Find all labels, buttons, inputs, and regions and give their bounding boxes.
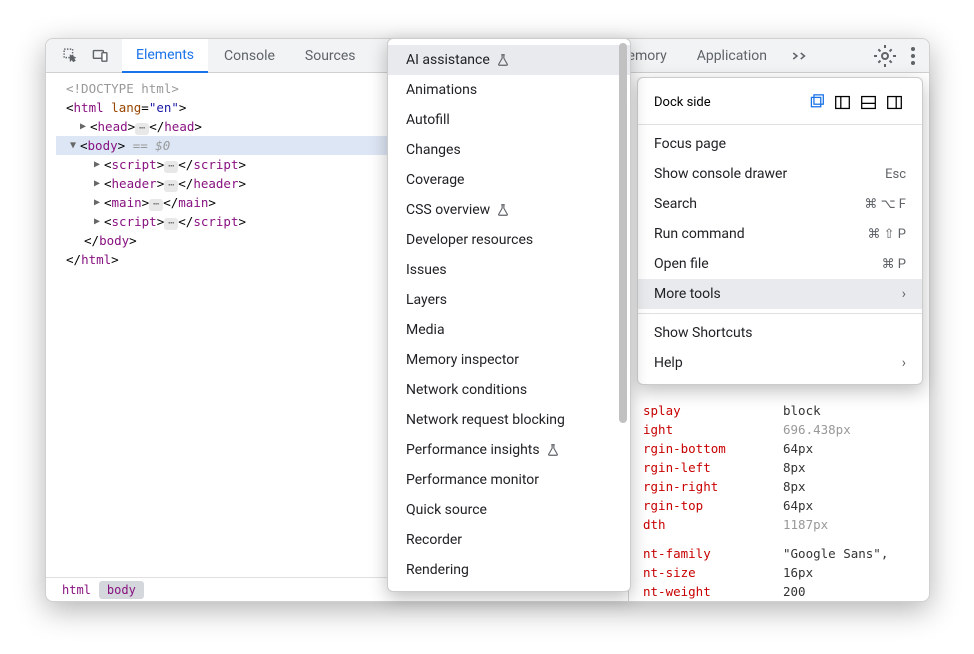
style-val: 8px (783, 460, 806, 475)
submenu-network-conditions[interactable]: Network conditions (388, 375, 630, 405)
submenu-performance-monitor[interactable]: Performance monitor (388, 465, 630, 495)
menu-focus-page[interactable]: Focus page (638, 129, 922, 159)
submenu-performance-insights[interactable]: Performance insights (388, 435, 630, 465)
submenu-dev-resources[interactable]: Developer resources (388, 225, 630, 255)
main-node[interactable]: <main>⋯</main> (104, 193, 216, 212)
tab-sources[interactable]: Sources (291, 39, 370, 73)
header-node[interactable]: <header>⋯</header> (104, 174, 246, 193)
submenu-layers[interactable]: Layers (388, 285, 630, 315)
style-prop: rgin-top (643, 498, 783, 513)
menu-help[interactable]: Help› (638, 348, 922, 378)
script-node2[interactable]: <script>⋯</script> (104, 212, 246, 231)
style-val: 16px (783, 565, 813, 580)
submenu-ai-assistance[interactable]: AI assistance (388, 45, 630, 75)
doctype-node: <!DOCTYPE html> (66, 79, 179, 98)
style-prop: nt-family (643, 546, 783, 561)
flask-icon (496, 203, 510, 217)
crumb-body[interactable]: body (99, 581, 144, 599)
gear-icon[interactable] (873, 44, 897, 68)
style-prop: nt-weight (643, 584, 783, 599)
style-prop: nt-size (643, 565, 783, 580)
script-node1[interactable]: <script>⋯</script> (104, 155, 246, 174)
crumb-html[interactable]: html (54, 581, 99, 599)
device-toolbar-icon[interactable] (88, 44, 112, 68)
chevron-right-icon: › (902, 355, 906, 371)
tab-console[interactable]: Console (210, 39, 289, 73)
submenu-network-blocking[interactable]: Network request blocking (388, 405, 630, 435)
style-val: "Google Sans", (783, 546, 888, 561)
style-prop: ight (643, 422, 783, 437)
submenu-memory-inspector[interactable]: Memory inspector (388, 345, 630, 375)
style-prop: dth (643, 517, 783, 532)
main-menu: Dock side Focus page Show console drawer… (637, 77, 923, 385)
style-prop: rgin-right (643, 479, 783, 494)
menu-search[interactable]: Search⌘ ⌥ F (638, 189, 922, 219)
chevron-right-icon: › (902, 286, 906, 302)
body-node[interactable]: <body> == $0 (80, 136, 170, 155)
style-prop: rgin-bottom (643, 441, 783, 456)
scrollbar[interactable] (619, 43, 629, 463)
tab-application[interactable]: Application (683, 39, 781, 73)
dock-bottom-icon[interactable] (856, 90, 880, 114)
style-val: 64px (783, 441, 813, 456)
style-val: 8px (783, 479, 806, 494)
submenu-media[interactable]: Media (388, 315, 630, 345)
submenu-quick-source[interactable]: Quick source (388, 495, 630, 525)
dock-side-label: Dock side (654, 95, 711, 110)
body-close-node[interactable]: </body> (84, 231, 137, 250)
submenu-rendering[interactable]: Rendering (388, 555, 630, 585)
style-prop: splay (643, 403, 783, 418)
menu-open-file[interactable]: Open file⌘ P (638, 249, 922, 279)
submenu-autofill[interactable]: Autofill (388, 105, 630, 135)
submenu-css-overview[interactable]: CSS overview (388, 195, 630, 225)
style-val: 200 (783, 584, 806, 599)
html-open-node[interactable]: <html lang="en"> (66, 98, 186, 117)
menu-show-console[interactable]: Show console drawerEsc (638, 159, 922, 189)
tab-overflow-icon[interactable] (783, 39, 817, 73)
menu-run-command[interactable]: Run command⌘ ⇧ P (638, 219, 922, 249)
dock-left-icon[interactable] (830, 90, 854, 114)
dock-icons (804, 90, 906, 114)
style-val: 64px (783, 498, 813, 513)
submenu-changes[interactable]: Changes (388, 135, 630, 165)
dock-undock-icon[interactable] (804, 90, 828, 114)
submenu-issues[interactable]: Issues (388, 255, 630, 285)
style-prop: rgin-left (643, 460, 783, 475)
style-val: 1187px (783, 517, 828, 532)
dock-right-icon[interactable] (882, 90, 906, 114)
submenu-animations[interactable]: Animations (388, 75, 630, 105)
flask-icon (496, 53, 510, 67)
flask-icon (546, 443, 560, 457)
inspect-icon[interactable] (58, 44, 82, 68)
tab-elements[interactable]: Elements (122, 39, 208, 73)
kebab-menu-icon[interactable] (901, 44, 925, 68)
submenu-coverage[interactable]: Coverage (388, 165, 630, 195)
menu-show-shortcuts[interactable]: Show Shortcuts (638, 318, 922, 348)
style-val: 696.438px (783, 422, 851, 437)
menu-more-tools[interactable]: More tools› (638, 279, 922, 309)
more-tools-submenu: AI assistance Animations Autofill Change… (387, 38, 631, 592)
submenu-recorder[interactable]: Recorder (388, 525, 630, 555)
style-val: block (783, 403, 821, 418)
html-close-node[interactable]: </html> (66, 250, 119, 269)
head-node[interactable]: <head>⋯</head> (90, 117, 202, 136)
